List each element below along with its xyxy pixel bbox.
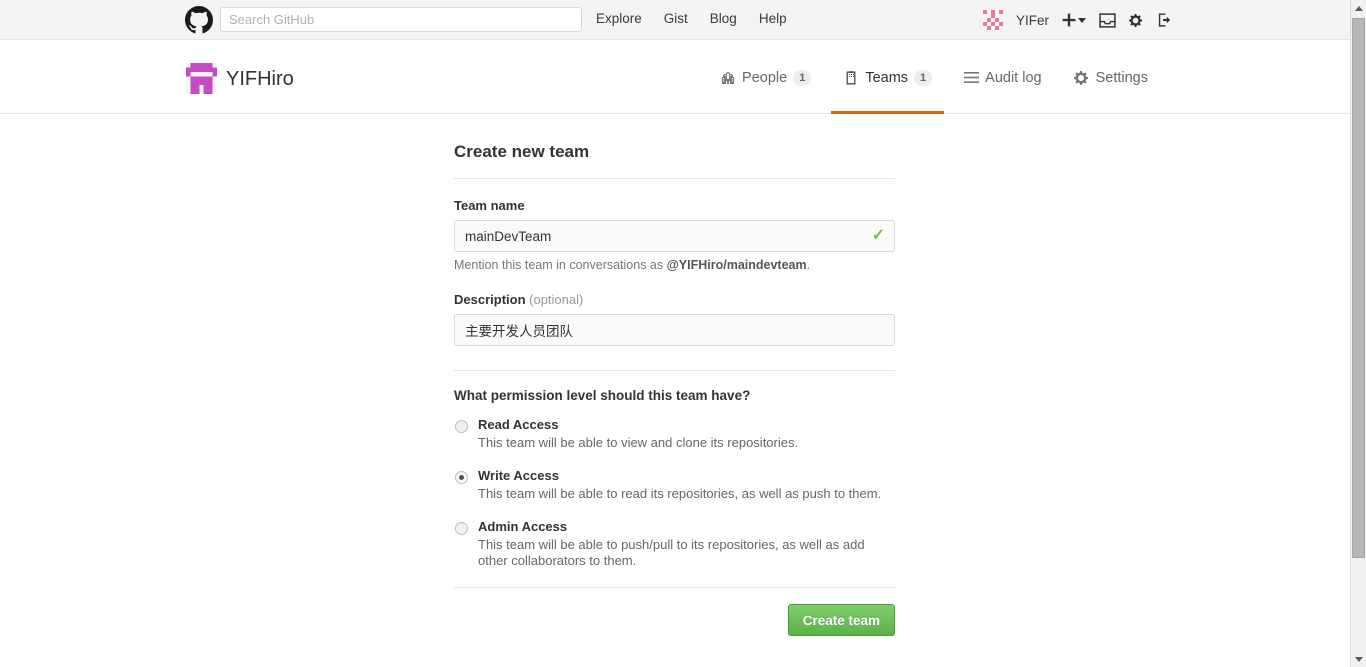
radio-write-access-description: This team will be able to read its repos… xyxy=(478,486,882,501)
description-field-wrap xyxy=(454,314,895,346)
description-optional-note: (optional) xyxy=(529,292,584,307)
chevron-down-icon xyxy=(1078,17,1086,23)
user-name[interactable]: YIFer xyxy=(1016,13,1049,28)
radio-read-access-label: Read Access xyxy=(478,417,559,432)
plus-icon xyxy=(1062,13,1076,27)
tab-people-label: People xyxy=(742,69,788,86)
submit-divider xyxy=(454,587,895,588)
radio-admin-access-label: Admin Access xyxy=(478,519,568,534)
permission-question: What permission level should this team h… xyxy=(454,388,751,403)
radio-admin-access-description: This team will be able to push/pull to i… xyxy=(478,537,865,568)
permission-option-read[interactable]: Read Access This team will be able to vi… xyxy=(454,417,895,451)
permission-divider xyxy=(454,370,895,371)
tab-audit-log-label: Audit log xyxy=(985,69,1042,86)
tab-audit-log[interactable]: Audit log xyxy=(948,41,1057,114)
permission-option-admin[interactable]: Admin Access This team will be able to p… xyxy=(454,519,895,569)
description-label: Description (optional) xyxy=(454,292,895,307)
github-mark-icon[interactable] xyxy=(185,6,213,34)
nav-link-help[interactable]: Help xyxy=(759,11,787,26)
submit-row: Create team xyxy=(454,604,895,636)
list-icon xyxy=(964,71,980,84)
tab-settings-label: Settings xyxy=(1095,69,1148,86)
org-name[interactable]: YIFHiro xyxy=(226,68,294,91)
page-root: Explore Gist Blog Help xyxy=(0,0,1366,667)
jersey-icon xyxy=(843,70,859,86)
radio-read-access-description: This team will be able to view and clone… xyxy=(478,435,799,450)
radio-admin-access[interactable] xyxy=(455,522,468,535)
team-name-label: Team name xyxy=(454,198,525,213)
check-icon: ✓ xyxy=(871,227,885,244)
team-name-input[interactable] xyxy=(454,220,895,252)
create-new-button[interactable] xyxy=(1062,13,1086,27)
nav-link-blog[interactable]: Blog xyxy=(710,11,737,26)
radio-read-access[interactable] xyxy=(455,420,468,433)
user-identicon-avatar[interactable] xyxy=(982,10,1003,30)
gear-icon xyxy=(1073,70,1090,86)
sign-out-icon[interactable] xyxy=(1157,12,1172,28)
tab-settings[interactable]: Settings xyxy=(1058,41,1164,114)
tab-teams-label: Teams xyxy=(865,69,909,86)
permission-option-write[interactable]: Write Access This team will be able to r… xyxy=(454,468,895,502)
triangle-down-icon xyxy=(1354,656,1363,662)
team-name-help-suffix: . xyxy=(806,258,811,272)
triangle-up-icon xyxy=(1354,5,1363,11)
inbox-icon[interactable] xyxy=(1099,12,1116,28)
tab-teams-counter: 1 xyxy=(914,69,933,86)
site-nav: Explore Gist Blog Help xyxy=(596,11,787,26)
vertical-scrollbar[interactable] xyxy=(1350,0,1366,667)
create-team-form: Create new team Team name ✓ Mention this… xyxy=(454,142,895,636)
tab-people[interactable]: People 1 xyxy=(704,41,827,114)
team-name-help: Mention this team in conversations as @Y… xyxy=(454,258,895,272)
site-header: Explore Gist Blog Help xyxy=(0,0,1350,40)
scrollbar-thumb[interactable] xyxy=(1352,18,1365,558)
gear-icon[interactable] xyxy=(1129,13,1144,28)
description-label-text: Description xyxy=(454,292,526,307)
nav-link-gist[interactable]: Gist xyxy=(664,11,688,26)
tab-people-counter: 1 xyxy=(793,69,812,86)
scroll-up-button[interactable] xyxy=(1351,0,1366,16)
user-area: YIFer xyxy=(982,0,1172,40)
tab-teams[interactable]: Teams 1 xyxy=(827,41,948,114)
org-header: YIFHiro People 1 Teams 1 Audit log Setti… xyxy=(0,41,1350,114)
team-name-field-wrap: ✓ xyxy=(454,220,895,252)
create-team-button[interactable]: Create team xyxy=(787,604,895,636)
team-name-help-prefix: Mention this team in conversations as xyxy=(454,258,667,272)
team-name-help-handle: @YIFHiro/maindevteam xyxy=(666,258,807,272)
search-input[interactable] xyxy=(220,7,582,32)
radio-write-access-label: Write Access xyxy=(478,468,559,483)
radio-write-access[interactable] xyxy=(455,471,468,484)
nav-link-explore[interactable]: Explore xyxy=(596,11,642,26)
page-title: Create new team xyxy=(454,142,590,161)
scroll-down-button[interactable] xyxy=(1351,651,1366,667)
title-divider xyxy=(454,178,895,179)
org-nav: People 1 Teams 1 Audit log Settings xyxy=(704,41,1164,114)
organization-icon xyxy=(720,70,736,86)
org-identicon-avatar[interactable] xyxy=(186,63,217,94)
description-input[interactable] xyxy=(454,314,895,346)
